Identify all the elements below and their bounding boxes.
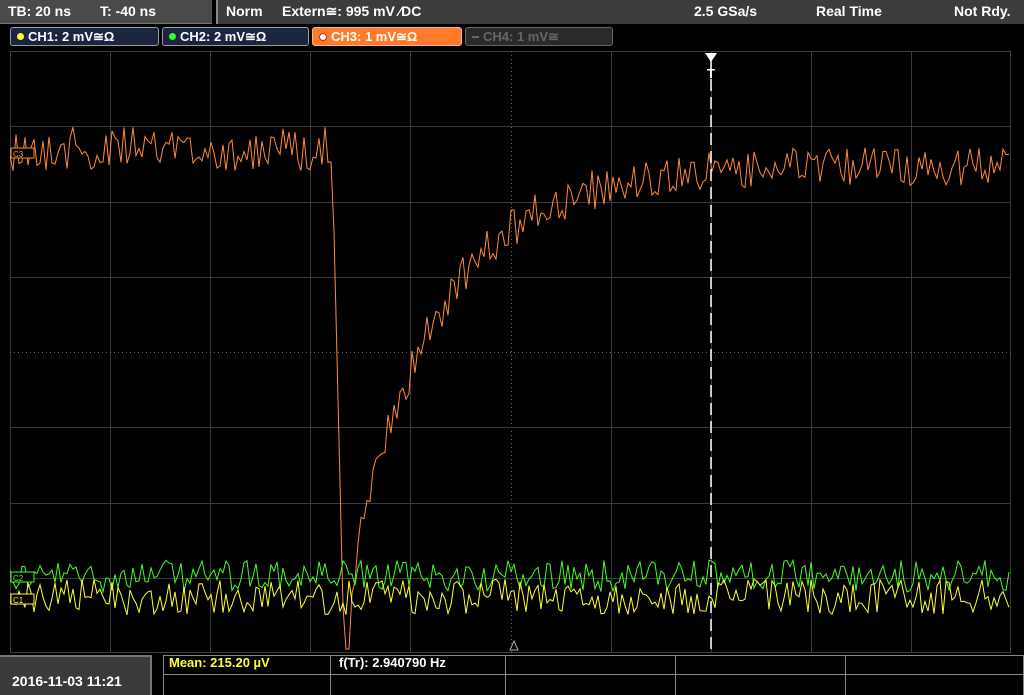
channel-4-dash-icon xyxy=(472,35,479,38)
channel-4-button[interactable]: CH4: 1 mV≅ xyxy=(465,27,613,46)
channel-3-marker-label: C3 xyxy=(13,150,24,159)
datetime-panel: 2016-11-03 11:21 xyxy=(0,655,152,695)
channel-2-label: CH2: 2 mV≅Ω xyxy=(180,29,267,44)
trigger-offset-label: T: -40 ns xyxy=(100,3,157,19)
measurement-panel[interactable]: Mean: 215.20 µV f(Tr): 2.940790 Hz xyxy=(163,655,1024,695)
channel-2-ground-marker[interactable]: C2 xyxy=(10,571,35,583)
trigger-source[interactable]: Extern≅: 995 mV ⁄DC xyxy=(282,3,421,20)
waveform-display[interactable]: T C3 C2 C1 xyxy=(10,51,1011,653)
channel-3-button[interactable]: CH3: 1 mV≅Ω xyxy=(312,27,462,46)
bottom-bar: 2016-11-03 11:21 Mean: 215.20 µV f(Tr): … xyxy=(0,655,1024,695)
sample-rate: 2.5 GSa/s xyxy=(694,3,758,19)
status-row: Norm Extern≅: 995 mV ⁄DC 2.5 GSa/s Real … xyxy=(216,0,1024,24)
channel-3-ground-marker[interactable]: C3 xyxy=(10,147,35,159)
trigger-marker-label: T xyxy=(707,66,715,81)
channel-1-label: CH1: 2 mV≅Ω xyxy=(28,29,115,44)
channel-1-ground-marker[interactable]: C1 xyxy=(10,593,35,605)
top-bar: TB: 20 ns T: -40 ns Norm Extern≅: 995 mV… xyxy=(0,0,1024,24)
channel-2-marker-label: C2 xyxy=(13,574,24,583)
channel-2-button[interactable]: CH2: 2 mV≅Ω xyxy=(162,27,309,46)
channel-1-marker-label: C1 xyxy=(13,596,24,605)
trigger-mode[interactable]: Norm xyxy=(226,3,263,19)
channel-1-button[interactable]: CH1: 2 mV≅Ω xyxy=(10,27,159,46)
channel-bar: CH1: 2 mV≅Ω CH2: 2 mV≅Ω CH3: 1 mV≅Ω CH4:… xyxy=(0,25,1024,49)
datetime: 2016-11-03 11:21 xyxy=(12,673,122,689)
channel-1-dot-icon xyxy=(17,33,24,41)
channel-3-label: CH3: 1 mV≅Ω xyxy=(331,29,418,44)
acquisition-mode[interactable]: Real Time xyxy=(816,3,882,19)
channel-3-dot-icon xyxy=(319,32,327,41)
channel-4-label: CH4: 1 mV≅ xyxy=(483,29,559,44)
frequency-measurement: f(Tr): 2.940790 Hz xyxy=(339,655,446,670)
run-status: Not Rdy. xyxy=(954,3,1011,19)
mean-measurement: Mean: 215.20 µV xyxy=(169,655,270,670)
timebase-label: TB: 20 ns xyxy=(8,3,72,19)
timebase-panel[interactable]: TB: 20 ns T: -40 ns xyxy=(0,0,212,24)
channel-2-dot-icon xyxy=(169,33,176,41)
